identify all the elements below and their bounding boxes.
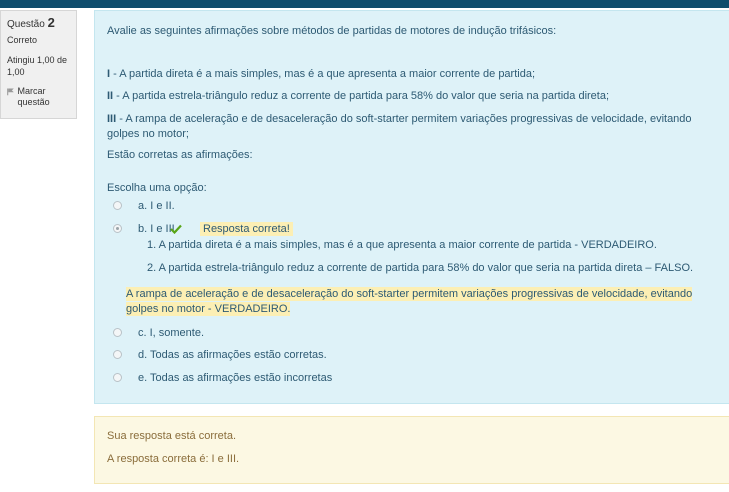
option-b-radio[interactable] <box>113 224 122 233</box>
highlighted-feedback-text: A rampa de aceleração e de desaceleração… <box>126 287 693 316</box>
option-e-label[interactable]: e. Todas as afirmações estão incorretas <box>138 372 332 384</box>
option-c-radio[interactable] <box>113 328 122 337</box>
question-number: Questão 2 <box>7 15 55 31</box>
option-e-radio[interactable] <box>113 373 122 382</box>
check-icon <box>170 224 182 234</box>
outcome-panel: Sua resposta está correta. A resposta co… <box>94 416 729 484</box>
statement-3: III - A rampa de aceleração e de desacel… <box>107 113 692 140</box>
statement-2: II - A partida estrela-triângulo reduz a… <box>107 90 610 102</box>
question-closing: Estão corretas as afirmações: <box>107 149 253 161</box>
question-info-panel: Questão 2 Correto Atingiu 1,00 de 1,00 M… <box>0 10 77 119</box>
question-state: Correto <box>7 35 38 45</box>
option-a-label[interactable]: a. I e II. <box>138 200 175 212</box>
right-answer: A resposta correta é: I e III. <box>107 453 240 465</box>
flag-question-label: Marcar questão <box>17 86 50 107</box>
option-d-radio[interactable] <box>113 350 122 359</box>
option-d-label[interactable]: d. Todas as afirmações estão corretas. <box>138 349 327 361</box>
flag-icon <box>7 88 14 96</box>
feedback-item-1: 1. A partida direta é a mais simples, ma… <box>147 239 657 251</box>
flag-question-button[interactable]: Marcar questão <box>7 86 70 108</box>
answer-prompt: Escolha uma opção: <box>107 182 207 194</box>
option-a-radio[interactable] <box>113 201 122 210</box>
question-grade: Atingiu 1,00 de 1,00 <box>7 55 68 77</box>
general-feedback: Sua resposta está correta. <box>107 430 237 442</box>
statement-1: I - A partida direta é a mais simples, m… <box>107 68 536 80</box>
option-c-label[interactable]: c. I, somente. <box>138 327 204 339</box>
question-content: Avalie as seguintes afirmações sobre mét… <box>94 10 729 404</box>
highlighted-feedback: A rampa de aceleração e de desaceleração… <box>126 287 706 317</box>
question-text: Avalie as seguintes afirmações sobre mét… <box>107 25 557 37</box>
top-header-bar <box>0 0 729 8</box>
feedback-item-2: 2. A partida estrela-triângulo reduz a c… <box>147 262 694 274</box>
correct-feedback-badge: Resposta correta! <box>200 222 293 236</box>
